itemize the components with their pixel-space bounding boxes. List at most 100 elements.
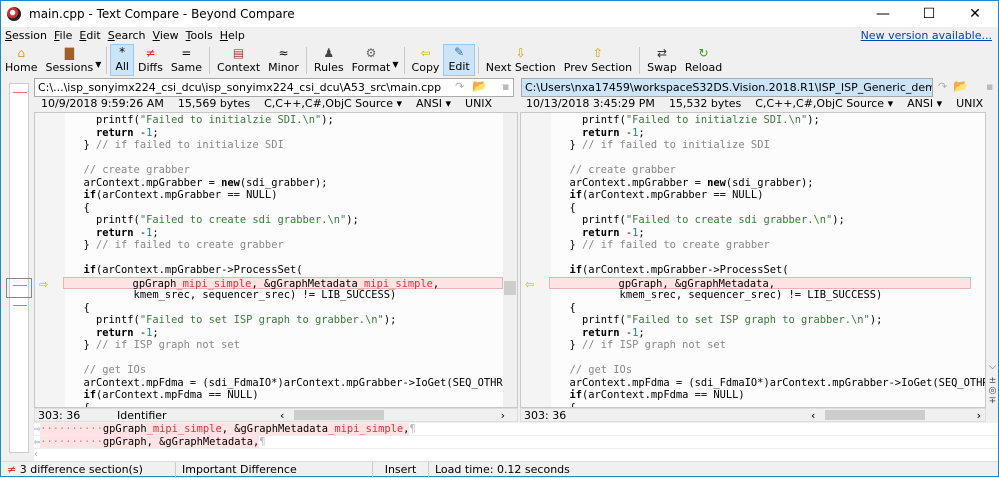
code-line[interactable]: { [65,202,503,215]
code-line[interactable]: return -1; [65,127,503,140]
code-line[interactable]: } // if ISP graph not set [65,339,503,352]
menu-session[interactable]: Session [5,29,47,42]
code-line[interactable]: kmem_srec, sequencer_srec) != LIB_SUCCES… [551,289,971,302]
code-line[interactable]: printf("Failed to set ISP graph to grabb… [551,314,971,327]
code-line[interactable]: return -1; [65,227,503,240]
menu-tools[interactable]: Tools [186,29,213,42]
viewport-indicator[interactable] [6,278,32,298]
folder-open-icon[interactable]: 📂 [472,79,487,93]
save-icon[interactable]: ▪ [502,80,509,93]
code-line[interactable] [551,352,971,365]
left-encoding-select[interactable]: ANSI ▾ [416,97,451,112]
right-code-pane[interactable]: ⇦ printf("Failed to initialzie SDI.\n");… [520,112,986,408]
left-path-input[interactable]: C:\...\isp_sonyimx224_csi_dcu\isp_sonyim… [34,78,514,97]
right-code[interactable]: printf("Failed to initialzie SDI.\n"); r… [549,114,986,407]
menu-search[interactable]: Search [108,29,146,42]
right-encoding-select[interactable]: ANSI ▾ [907,97,942,112]
dropdown-arrow-icon[interactable]: ▼ [392,60,398,69]
code-line[interactable]: arContext.mpGrabber = new(sdi_grabber); [65,177,503,190]
code-line[interactable] [551,252,971,265]
browse-history-icon[interactable]: ↷ [938,80,947,93]
diff-line[interactable]: gpGraph, &gGraphMetadata, [549,276,971,290]
prev-section-button[interactable]: ⇧ Prev Section [560,44,636,76]
code-line[interactable]: if(arContext.mpGrabber == NULL) [551,189,971,202]
minor-button[interactable]: ≈ Minor [264,44,303,76]
code-line[interactable]: arContext.mpFdma = (sdi_FdmaIO*)arContex… [65,377,518,390]
code-line[interactable]: { [551,202,971,215]
browse-history-icon[interactable]: ↷ [455,80,464,93]
code-line[interactable]: } // if failed to initialize SDI [65,139,503,152]
code-line[interactable]: } // if failed to initialize SDI [551,139,971,152]
code-line[interactable]: return -1; [551,327,971,340]
rules-button[interactable]: ♟ Rules [310,44,348,76]
left-vertical-scrollbar[interactable] [503,113,517,407]
reload-button[interactable]: ↻ Reload [681,44,726,76]
edit-button[interactable]: ✎ Edit [443,44,475,76]
code-line[interactable]: // get IOs [65,364,503,377]
copy-button[interactable]: ⇦ Copy [408,44,444,76]
code-line[interactable]: { [65,302,503,315]
code-line[interactable]: if(arContext.mpGrabber->ProcessSet( [65,264,503,277]
code-line[interactable]: // get IOs [551,364,971,377]
code-line[interactable]: return -1; [551,127,971,140]
code-line[interactable]: printf("Failed to create sdi grabber.\n"… [551,214,971,227]
code-line[interactable]: printf("Failed to initialzie SDI.\n"); [65,114,503,127]
same-button[interactable]: = Same [167,44,206,76]
left-code[interactable]: printf("Failed to initialzie SDI.\n"); r… [63,114,518,407]
left-code-pane[interactable]: ⇨ printf("Failed to initialzie SDI.\n");… [34,112,518,408]
menu-help[interactable]: Help [220,29,245,42]
code-line[interactable] [65,252,503,265]
close-button[interactable]: ✕ [952,1,998,27]
left-format-select[interactable]: C,C++,C#,ObjC Source ▾ [264,97,402,112]
format-button[interactable]: ⚙ Format [348,44,395,76]
diffs-button[interactable]: ≠ Diffs [134,44,167,76]
dropdown-arrow-icon[interactable]: ▼ [95,60,101,69]
code-line[interactable]: if(arContext.mpGrabber->ProcessSet( [551,264,971,277]
code-line[interactable]: return -1; [551,227,971,240]
code-line[interactable]: // create grabber [551,164,971,177]
copy-right-arrow-icon[interactable]: ⇨ [39,278,48,291]
line-detail-scrollbar[interactable]: ‹ [34,449,998,461]
right-path-input[interactable]: C:\Users\nxa17459\workspaceS32DS.Vision.… [521,78,933,97]
code-line[interactable]: } // if failed to create grabber [65,239,503,252]
code-line[interactable] [65,152,503,165]
right-vertical-scrollbar[interactable]: ⌵ ± ◎ ∓ [986,112,999,408]
code-line[interactable]: { [551,302,971,315]
home-button[interactable]: ⌂ Home [1,44,41,76]
code-line[interactable]: if(arContext.mpFdma == NULL) [65,389,503,402]
sessions-button[interactable]: ▇ Sessions [41,44,97,76]
copy-left-arrow-icon[interactable]: ⇦ [525,278,534,291]
minimize-button[interactable]: — [860,1,906,27]
new-version-link[interactable]: New version available... [861,29,992,42]
context-button[interactable]: ▤ Context [213,44,264,76]
all-button[interactable]: * All [110,44,134,76]
right-format-select[interactable]: C,C++,C#,ObjC Source ▾ [755,97,893,112]
code-line[interactable]: if(arContext.mpGrabber == NULL) [65,189,503,202]
left-horizontal-scrollbar[interactable]: ‹ › [280,409,505,422]
diff-overview-map[interactable] [6,83,32,453]
code-line[interactable]: arContext.mpGrabber = new(sdi_grabber); [551,177,971,190]
code-line[interactable]: return -1; [65,327,503,340]
next-section-button[interactable]: ⇩ Next Section [482,44,560,76]
code-line[interactable] [65,352,503,365]
chevron-down-icon[interactable]: ⌵ [921,81,928,91]
code-line[interactable]: if(arContext.mpFdma == NULL) [551,389,971,402]
menu-edit[interactable]: Edit [79,29,100,42]
right-horizontal-scrollbar[interactable]: ‹ › [811,409,981,422]
swap-button[interactable]: ⇄ Swap [643,44,681,76]
diff-line[interactable]: gpGraph_mipi_simple, &gGraphMetadata_mip… [63,276,503,290]
code-line[interactable] [551,152,971,165]
folder-open-icon[interactable]: 📂 [953,79,968,93]
save-icon[interactable]: ▪ [986,80,993,93]
code-line[interactable]: // create grabber [65,164,503,177]
code-line[interactable]: printf("Failed to set ISP graph to grabb… [65,314,503,327]
code-line[interactable]: printf("Failed to initialzie SDI.\n"); [551,114,971,127]
code-line[interactable]: arContext.mpFdma = (sdi_FdmaIO*)arContex… [551,377,986,390]
code-line[interactable]: } // if ISP graph not set [551,339,971,352]
code-line[interactable]: } // if failed to create grabber [551,239,971,252]
code-line[interactable]: kmem_srec, sequencer_srec) != LIB_SUCCES… [65,289,503,302]
menu-file[interactable]: File [54,29,72,42]
maximize-button[interactable]: ☐ [906,1,952,27]
code-line[interactable]: printf("Failed to create sdi grabber.\n"… [65,214,503,227]
menu-view[interactable]: View [153,29,179,42]
